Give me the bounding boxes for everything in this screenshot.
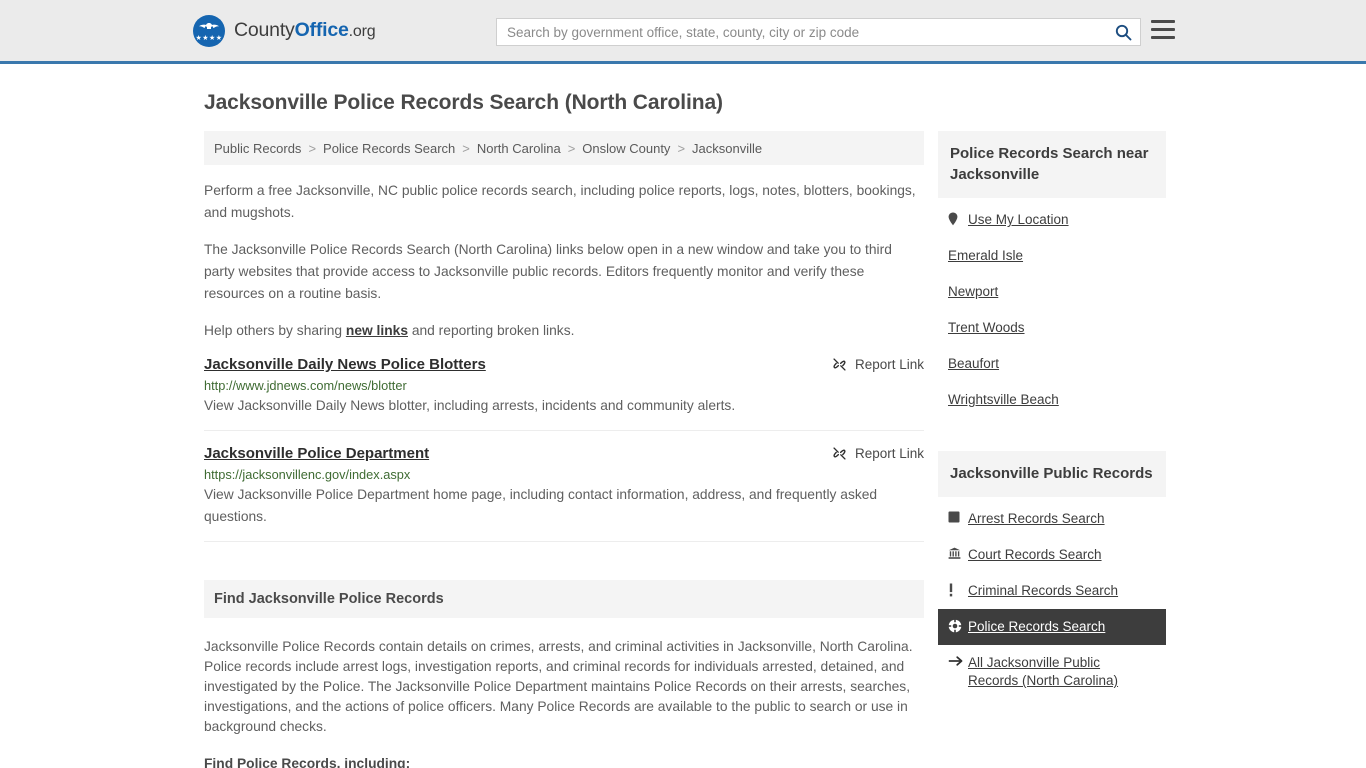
- sidebar-item-all-public-records[interactable]: All Jacksonville Public Records (North C…: [938, 645, 1166, 699]
- sidebar-item-court-records-search[interactable]: Court Records Search: [938, 537, 1166, 573]
- broken-link-icon: [833, 447, 846, 460]
- search-button[interactable]: [1106, 19, 1140, 45]
- result-item: Jacksonville Police Department Report Li…: [204, 431, 924, 542]
- find-section-heading: Find Jacksonville Police Records: [204, 580, 924, 618]
- courthouse-icon: [948, 546, 968, 560]
- sidebar-item-label: Police Records Search: [968, 619, 1106, 634]
- site-logo[interactable]: ★★★★ CountyOffice.org: [193, 14, 376, 47]
- exclamation-icon: [948, 582, 968, 597]
- sidebar-item-label: Beaufort: [948, 356, 1000, 371]
- sidebar-item-label: Arrest Records Search: [968, 511, 1105, 526]
- result-description: View Jacksonville Daily News blotter, in…: [204, 398, 736, 413]
- hamburger-bar: [1151, 20, 1175, 23]
- logo-text-office: Office: [294, 19, 349, 41]
- report-link-label: Report Link: [854, 446, 924, 461]
- eagle-glyph: [199, 22, 219, 29]
- map-pin-icon: [948, 211, 968, 226]
- breadcrumb-item-north-carolina[interactable]: North Carolina: [477, 141, 561, 156]
- main-column: Public Records > Police Records Search >…: [204, 131, 924, 768]
- breadcrumb-separator: >: [462, 140, 470, 156]
- breadcrumb-separator: >: [567, 140, 576, 156]
- logo-text: CountyOffice.org: [234, 19, 376, 42]
- new-links-link[interactable]: new links: [346, 323, 408, 338]
- sidebar-item-label: All Jacksonville Public Records (North C…: [968, 655, 1119, 688]
- breadcrumb-item-police-records-search[interactable]: Police Records Search: [323, 141, 455, 156]
- sidebar-nearby-list: Use My Location Emerald Isle Newport Tre…: [938, 202, 1166, 418]
- result-title-link[interactable]: Jacksonville Police Department: [204, 445, 429, 462]
- result-header: Jacksonville Daily News Police Blotters …: [204, 356, 924, 373]
- sidebar-item-emerald-isle[interactable]: Emerald Isle: [938, 238, 1166, 274]
- sidebar-item-arrest-records-search[interactable]: Arrest Records Search: [938, 501, 1166, 537]
- sidebar-item-label: Wrightsville Beach: [948, 392, 1059, 407]
- result-item: Jacksonville Daily News Police Blotters …: [204, 342, 924, 431]
- intro-p3-before: Help others by sharing: [204, 323, 346, 338]
- sidebar-item-police-records-search[interactable]: Police Records Search: [938, 609, 1166, 645]
- search-box: [496, 18, 1141, 46]
- sidebar-public-records-section: Jacksonville Public Records Arrest Recor…: [938, 451, 1166, 699]
- sidebar-item-beaufort[interactable]: Beaufort: [938, 346, 1166, 382]
- page-container: Jacksonville Police Records Search (Nort…: [0, 91, 1366, 768]
- search-input[interactable]: [497, 24, 1106, 40]
- hamburger-menu-icon[interactable]: [1151, 20, 1175, 39]
- content-row: Public Records > Police Records Search >…: [204, 131, 1173, 768]
- search-icon: [1115, 24, 1131, 40]
- sidebar-nearby-heading: Police Records Search near Jacksonville: [938, 131, 1166, 198]
- police-badge-target-icon: [948, 618, 968, 633]
- logo-text-county: County: [234, 19, 295, 41]
- report-link-button[interactable]: Report Link: [832, 445, 924, 461]
- sidebar-item-label: Criminal Records Search: [968, 583, 1119, 598]
- sidebar: Police Records Search near Jacksonville …: [938, 131, 1166, 768]
- find-section-subheading: Find Police Records, including:: [204, 756, 411, 768]
- sidebar-item-label: Court Records Search: [968, 547, 1102, 562]
- sidebar-item-newport[interactable]: Newport: [938, 274, 1166, 310]
- report-link-label: Report Link: [854, 357, 924, 372]
- sidebar-public-records-heading: Jacksonville Public Records: [938, 451, 1166, 497]
- result-description: View Jacksonville Police Department home…: [204, 487, 878, 524]
- eagle-seal-icon: ★★★★: [193, 14, 225, 47]
- sidebar-item-wrightsville-beach[interactable]: Wrightsville Beach: [938, 382, 1166, 418]
- report-link-button[interactable]: Report Link: [832, 356, 924, 372]
- intro-paragraph-3: Help others by sharing new links and rep…: [204, 320, 924, 342]
- stars-glyph: ★★★★: [195, 34, 223, 42]
- find-section-body: Jacksonville Police Records contain deta…: [204, 639, 913, 734]
- breadcrumb-item-public-records[interactable]: Public Records: [214, 141, 301, 156]
- intro-paragraph-2: The Jacksonville Police Records Search (…: [204, 242, 892, 301]
- sidebar-item-criminal-records-search[interactable]: Criminal Records Search: [938, 573, 1166, 609]
- result-url: https://jacksonvillenc.gov/index.aspx: [204, 467, 411, 482]
- breadcrumb-item-jacksonville: Jacksonville: [692, 140, 763, 156]
- sidebar-item-trent-woods[interactable]: Trent Woods: [938, 310, 1166, 346]
- sidebar-item-label: Use My Location: [968, 212, 1069, 227]
- sidebar-item-use-my-location[interactable]: Use My Location: [938, 202, 1166, 238]
- page-title: Jacksonville Police Records Search (Nort…: [204, 91, 723, 114]
- fingerprint-square-icon: [948, 510, 968, 523]
- arrow-right-icon: [948, 654, 968, 667]
- sidebar-item-label: Trent Woods: [948, 320, 1025, 335]
- site-header: ★★★★ CountyOffice.org: [0, 0, 1366, 64]
- sidebar-item-label: Emerald Isle: [948, 248, 1024, 263]
- hamburger-bar: [1151, 36, 1175, 39]
- sidebar-item-label: Newport: [948, 284, 999, 299]
- hamburger-bar: [1151, 28, 1175, 31]
- breadcrumb: Public Records > Police Records Search >…: [204, 131, 924, 165]
- result-title-link[interactable]: Jacksonville Daily News Police Blotters: [204, 356, 486, 373]
- breadcrumb-item-onslow-county[interactable]: Onslow County: [582, 141, 670, 156]
- intro-p3-after: and reporting broken links.: [408, 323, 575, 338]
- logo-text-org: .org: [348, 23, 376, 40]
- sidebar-public-records-list: Arrest Records Search Court Records Sear…: [938, 501, 1166, 699]
- intro-paragraph-1: Perform a free Jacksonville, NC public p…: [204, 183, 916, 220]
- breadcrumb-separator: >: [308, 140, 317, 156]
- result-header: Jacksonville Police Department Report Li…: [204, 445, 924, 462]
- broken-link-icon: [833, 358, 846, 371]
- breadcrumb-separator: >: [677, 140, 686, 156]
- result-url: http://www.jdnews.com/news/blotter: [204, 378, 407, 393]
